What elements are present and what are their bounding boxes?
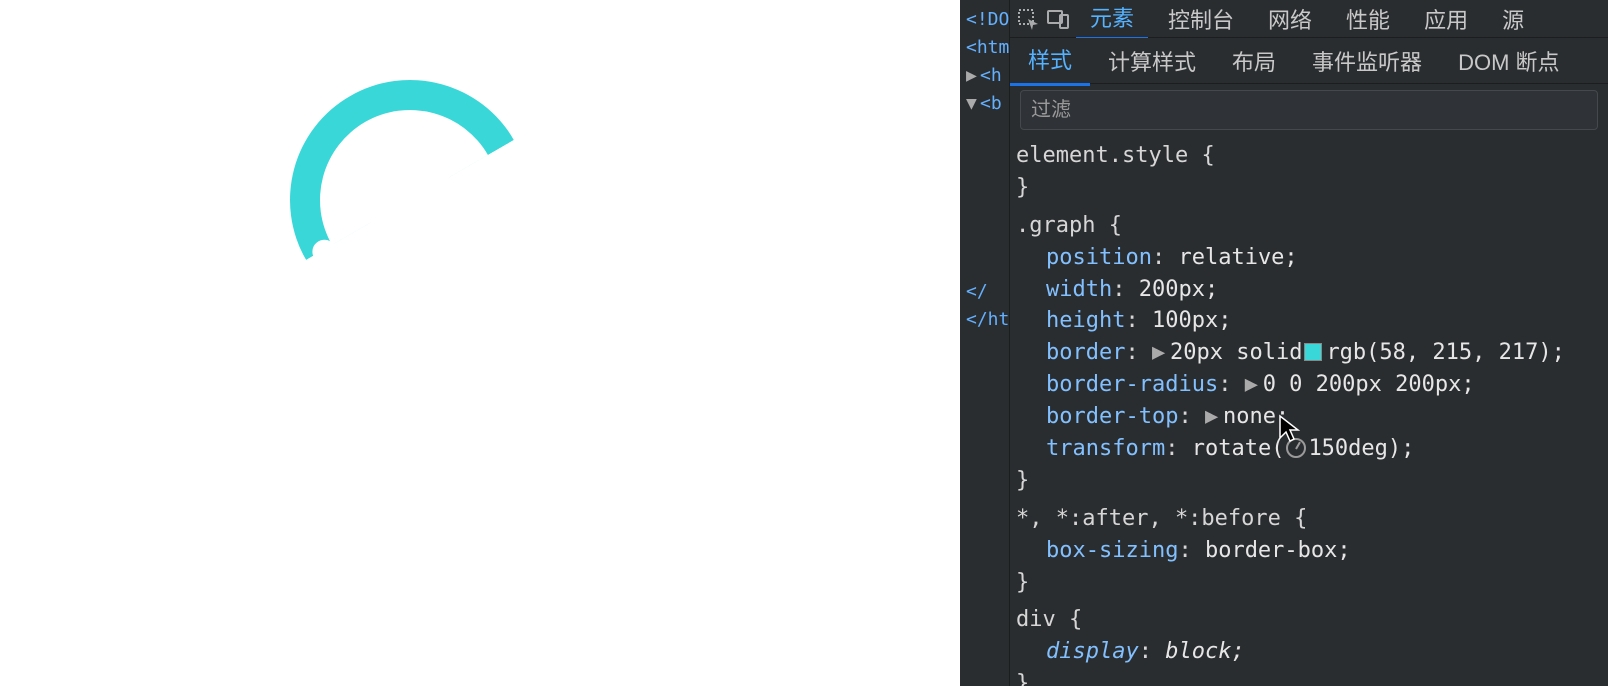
select-element-icon[interactable]: [1016, 7, 1040, 31]
shorthand-expander-icon[interactable]: ▶: [1245, 369, 1259, 401]
tab-performance[interactable]: 性能: [1332, 0, 1404, 39]
device-toggle-icon[interactable]: [1046, 7, 1070, 31]
graph-arc: [246, 36, 514, 260]
dom-line: <b: [980, 93, 1002, 114]
devtools-top-tabs: 元素 控制台 网络 性能 应用 源: [1010, 0, 1608, 38]
styles-pane[interactable]: element.style { } .graph { position: rel…: [1010, 136, 1608, 686]
dom-line: <!DO: [966, 9, 1009, 30]
subtab-styles[interactable]: 样式: [1010, 35, 1090, 86]
angle-dial-icon[interactable]: [1286, 438, 1306, 458]
shorthand-expander-icon[interactable]: ▶: [1152, 337, 1166, 369]
dom-line: </: [966, 281, 988, 302]
style-rule-div[interactable]: div { display: block; }: [1016, 604, 1606, 686]
styles-column: 元素 控制台 网络 性能 应用 源 样式 计算样式 布局 事件监听器 DOM 断…: [1010, 0, 1608, 686]
tab-network[interactable]: 网络: [1254, 0, 1326, 39]
dom-line: <h: [980, 65, 1002, 86]
shorthand-expander-icon[interactable]: ▶: [1205, 401, 1219, 433]
subtab-layout[interactable]: 布局: [1214, 37, 1294, 85]
filter-row: [1010, 84, 1608, 136]
style-rule-graph[interactable]: .graph { position: relative; width: 200p…: [1016, 210, 1606, 497]
selector-text: .graph: [1016, 213, 1095, 238]
styles-filter-input[interactable]: [1020, 90, 1598, 130]
style-rule-universal[interactable]: *, *:after, *:before { box-sizing: borde…: [1016, 503, 1606, 599]
subtab-event-listeners[interactable]: 事件监听器: [1294, 37, 1440, 85]
subtab-computed[interactable]: 计算样式: [1090, 37, 1214, 85]
style-rule-element[interactable]: element.style { }: [1016, 140, 1606, 204]
selector-text: element.style: [1016, 143, 1188, 168]
subtab-dom-breakpoints[interactable]: DOM 断点: [1440, 37, 1577, 85]
devtools-panel: <!DO <htm ▶<h ▼<b </ </ht 元素 控制台 网络 性能 应…: [960, 0, 1608, 686]
tab-sources[interactable]: 源: [1488, 0, 1538, 39]
selector-text: *, *:after, *:before: [1016, 506, 1281, 531]
color-swatch-icon[interactable]: [1304, 343, 1322, 361]
dom-line: </ht: [966, 309, 1009, 330]
tab-application[interactable]: 应用: [1410, 0, 1482, 39]
styles-sub-tabs: 样式 计算样式 布局 事件监听器 DOM 断点: [1010, 38, 1608, 84]
dom-column: <!DO <htm ▶<h ▼<b </ </ht: [960, 0, 1010, 686]
dom-line: <htm: [966, 37, 1009, 58]
selector-text: div: [1016, 607, 1056, 632]
page-viewport: [0, 0, 960, 686]
tab-console[interactable]: 控制台: [1154, 0, 1248, 39]
tab-elements[interactable]: 元素: [1076, 0, 1148, 40]
dom-tree[interactable]: <!DO <htm ▶<h ▼<b </ </ht: [960, 0, 1009, 334]
